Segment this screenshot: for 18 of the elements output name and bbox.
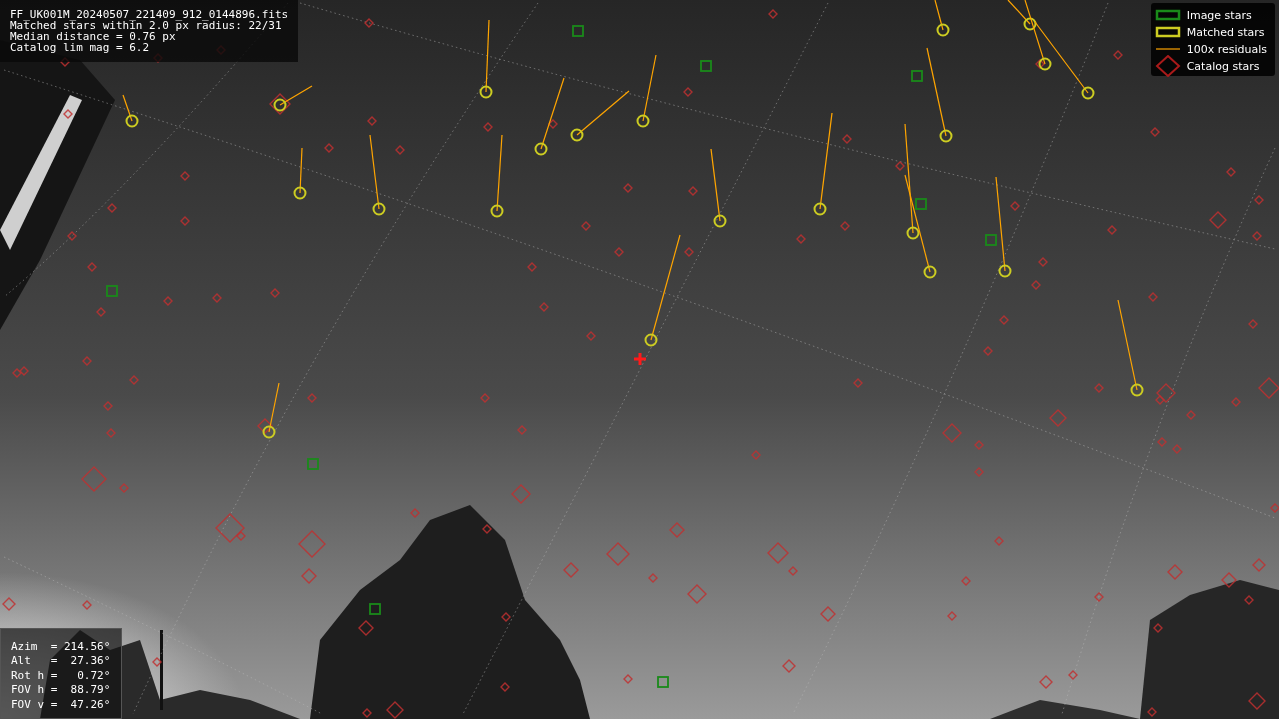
legend-label: Catalog stars <box>1186 59 1260 73</box>
pointing-line: FOV v = 47.26° <box>11 697 111 712</box>
info-line: Median distance = 0.76 px <box>10 31 176 42</box>
info-line: Catalog lim mag = 6.2 <box>10 42 151 53</box>
pointing-line: Rot h = 0.72° <box>11 668 111 683</box>
line-icon <box>1154 47 1181 51</box>
legend-label: Matched stars <box>1186 25 1265 39</box>
rectangle-icon <box>1154 26 1181 38</box>
info-line: Matched stars within 2.0 px radius: 22/31 <box>10 20 282 31</box>
center-cross-icon <box>632 351 648 367</box>
pointing-line: FOV h = 88.79° <box>11 683 111 698</box>
diamond-icon <box>1154 55 1181 77</box>
rectangle-icon <box>1154 9 1181 21</box>
legend-label: 100x residuals <box>1186 42 1267 56</box>
legend-label: Image stars <box>1186 8 1252 22</box>
info-line: FF_UK001M_20240507_221409_912_0144896.fits <box>10 9 289 20</box>
pointing-line: Azim = 214.56° <box>11 639 111 654</box>
pointing-line: Alt = 27.36° <box>11 654 111 669</box>
